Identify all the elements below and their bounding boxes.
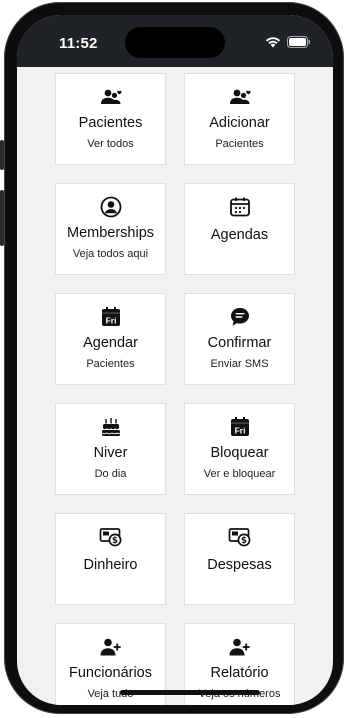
menu-card-pacientes[interactable]: Pacientes Ver todos bbox=[55, 73, 166, 165]
svg-text:$: $ bbox=[241, 536, 247, 546]
menu-card-dinheiro[interactable]: $ Dinheiro bbox=[55, 513, 166, 605]
side-button bbox=[0, 190, 4, 246]
card-title: Relatório bbox=[210, 665, 269, 681]
calendar-icon bbox=[229, 196, 251, 218]
screen: 11:52 Pacientes Ver todos Adicionar Pacient… bbox=[17, 15, 333, 705]
card-subtitle: Ver e bloquear bbox=[203, 468, 276, 480]
people-heart-icon bbox=[229, 86, 251, 108]
card-title: Memberships bbox=[66, 225, 155, 241]
menu-card-despesas[interactable]: $ Despesas bbox=[184, 513, 295, 605]
people-heart-icon bbox=[100, 86, 122, 108]
chat-bubble-icon bbox=[229, 306, 251, 328]
menu-card-memberships[interactable]: Memberships Veja todos aqui bbox=[55, 183, 166, 275]
money-icon: $ bbox=[99, 526, 123, 548]
card-subtitle: Do dia bbox=[94, 468, 127, 480]
card-subtitle: Ver todos bbox=[87, 138, 134, 150]
dynamic-island bbox=[125, 27, 225, 58]
card-title: Agendas bbox=[210, 227, 269, 243]
card-subtitle: Veja todos aqui bbox=[72, 248, 149, 260]
menu-card-bloquear[interactable]: Fri Bloquear Ver e bloquear bbox=[184, 403, 295, 495]
menu-card-agendar[interactable]: Fri Agendar Pacientes bbox=[55, 293, 166, 385]
menu-card-niver[interactable]: Niver Do dia bbox=[55, 403, 166, 495]
menu-grid: Pacientes Ver todos Adicionar Pacientes Memb… bbox=[55, 73, 295, 705]
home-indicator[interactable] bbox=[120, 690, 260, 695]
user-add-icon bbox=[229, 636, 251, 658]
wifi-icon bbox=[265, 35, 281, 53]
card-title: Pacientes bbox=[78, 115, 143, 131]
svg-text:Fri: Fri bbox=[105, 315, 116, 325]
menu-card-confirmar[interactable]: Confirmar Enviar SMS bbox=[184, 293, 295, 385]
menu-card-agendas[interactable]: Agendas bbox=[184, 183, 295, 275]
status-time: 11:52 bbox=[59, 35, 98, 52]
user-add-icon bbox=[100, 636, 122, 658]
card-title: Confirmar bbox=[207, 335, 272, 351]
status-icons bbox=[265, 35, 311, 53]
card-title: Agendar bbox=[83, 335, 138, 351]
card-subtitle: Enviar SMS bbox=[210, 358, 269, 370]
card-title: Adicionar bbox=[209, 115, 270, 131]
svg-text:Fri: Fri bbox=[234, 425, 245, 435]
money-icon: $ bbox=[228, 526, 252, 548]
calendar-fri-icon: Fri bbox=[229, 416, 251, 438]
card-subtitle: Pacientes bbox=[215, 138, 264, 150]
calendar-fri-icon: Fri bbox=[100, 306, 122, 328]
status-bar: 11:52 bbox=[17, 15, 333, 67]
card-subtitle: Pacientes bbox=[86, 358, 135, 370]
menu-content: Pacientes Ver todos Adicionar Pacientes Memb… bbox=[17, 67, 333, 705]
card-title: Bloquear bbox=[210, 445, 269, 461]
card-title: Despesas bbox=[207, 557, 272, 573]
side-button bbox=[0, 140, 4, 170]
birthday-cake-icon bbox=[100, 416, 122, 438]
menu-card-adicionar[interactable]: Adicionar Pacientes bbox=[184, 73, 295, 165]
card-title: Dinheiro bbox=[83, 557, 138, 573]
card-title: Funcionários bbox=[68, 665, 152, 681]
card-title: Niver bbox=[93, 445, 128, 461]
svg-text:$: $ bbox=[112, 536, 118, 546]
battery-icon bbox=[287, 35, 311, 53]
user-circle-icon bbox=[100, 196, 122, 218]
